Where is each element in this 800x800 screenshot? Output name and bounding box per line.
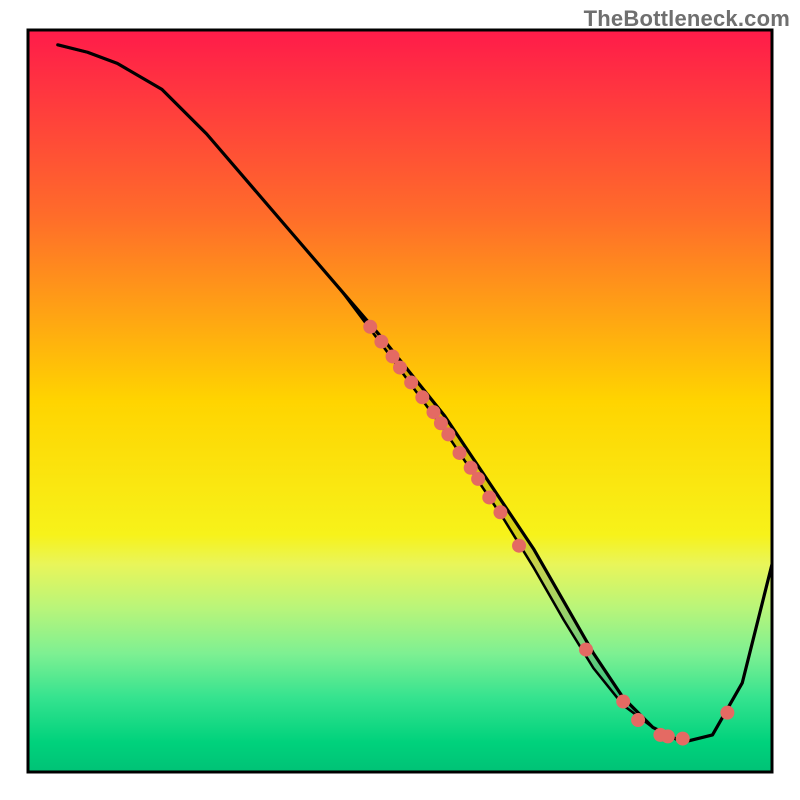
scatter-point <box>363 320 377 334</box>
scatter-point <box>720 706 734 720</box>
chart-container: TheBottleneck.com <box>0 0 800 800</box>
scatter-point <box>374 335 388 349</box>
scatter-point <box>471 472 485 486</box>
scatter-point <box>393 361 407 375</box>
scatter-point <box>482 490 496 504</box>
scatter-point <box>579 643 593 657</box>
scatter-point <box>631 713 645 727</box>
gradient-background <box>28 30 772 772</box>
scatter-point <box>512 539 526 553</box>
scatter-point <box>441 427 455 441</box>
bottleneck-chart <box>0 0 800 800</box>
scatter-point <box>616 695 630 709</box>
scatter-point <box>415 390 429 404</box>
watermark-label: TheBottleneck.com <box>584 6 790 32</box>
scatter-point <box>493 505 507 519</box>
scatter-point <box>676 732 690 746</box>
scatter-point <box>453 446 467 460</box>
scatter-point <box>661 729 675 743</box>
scatter-point <box>404 375 418 389</box>
